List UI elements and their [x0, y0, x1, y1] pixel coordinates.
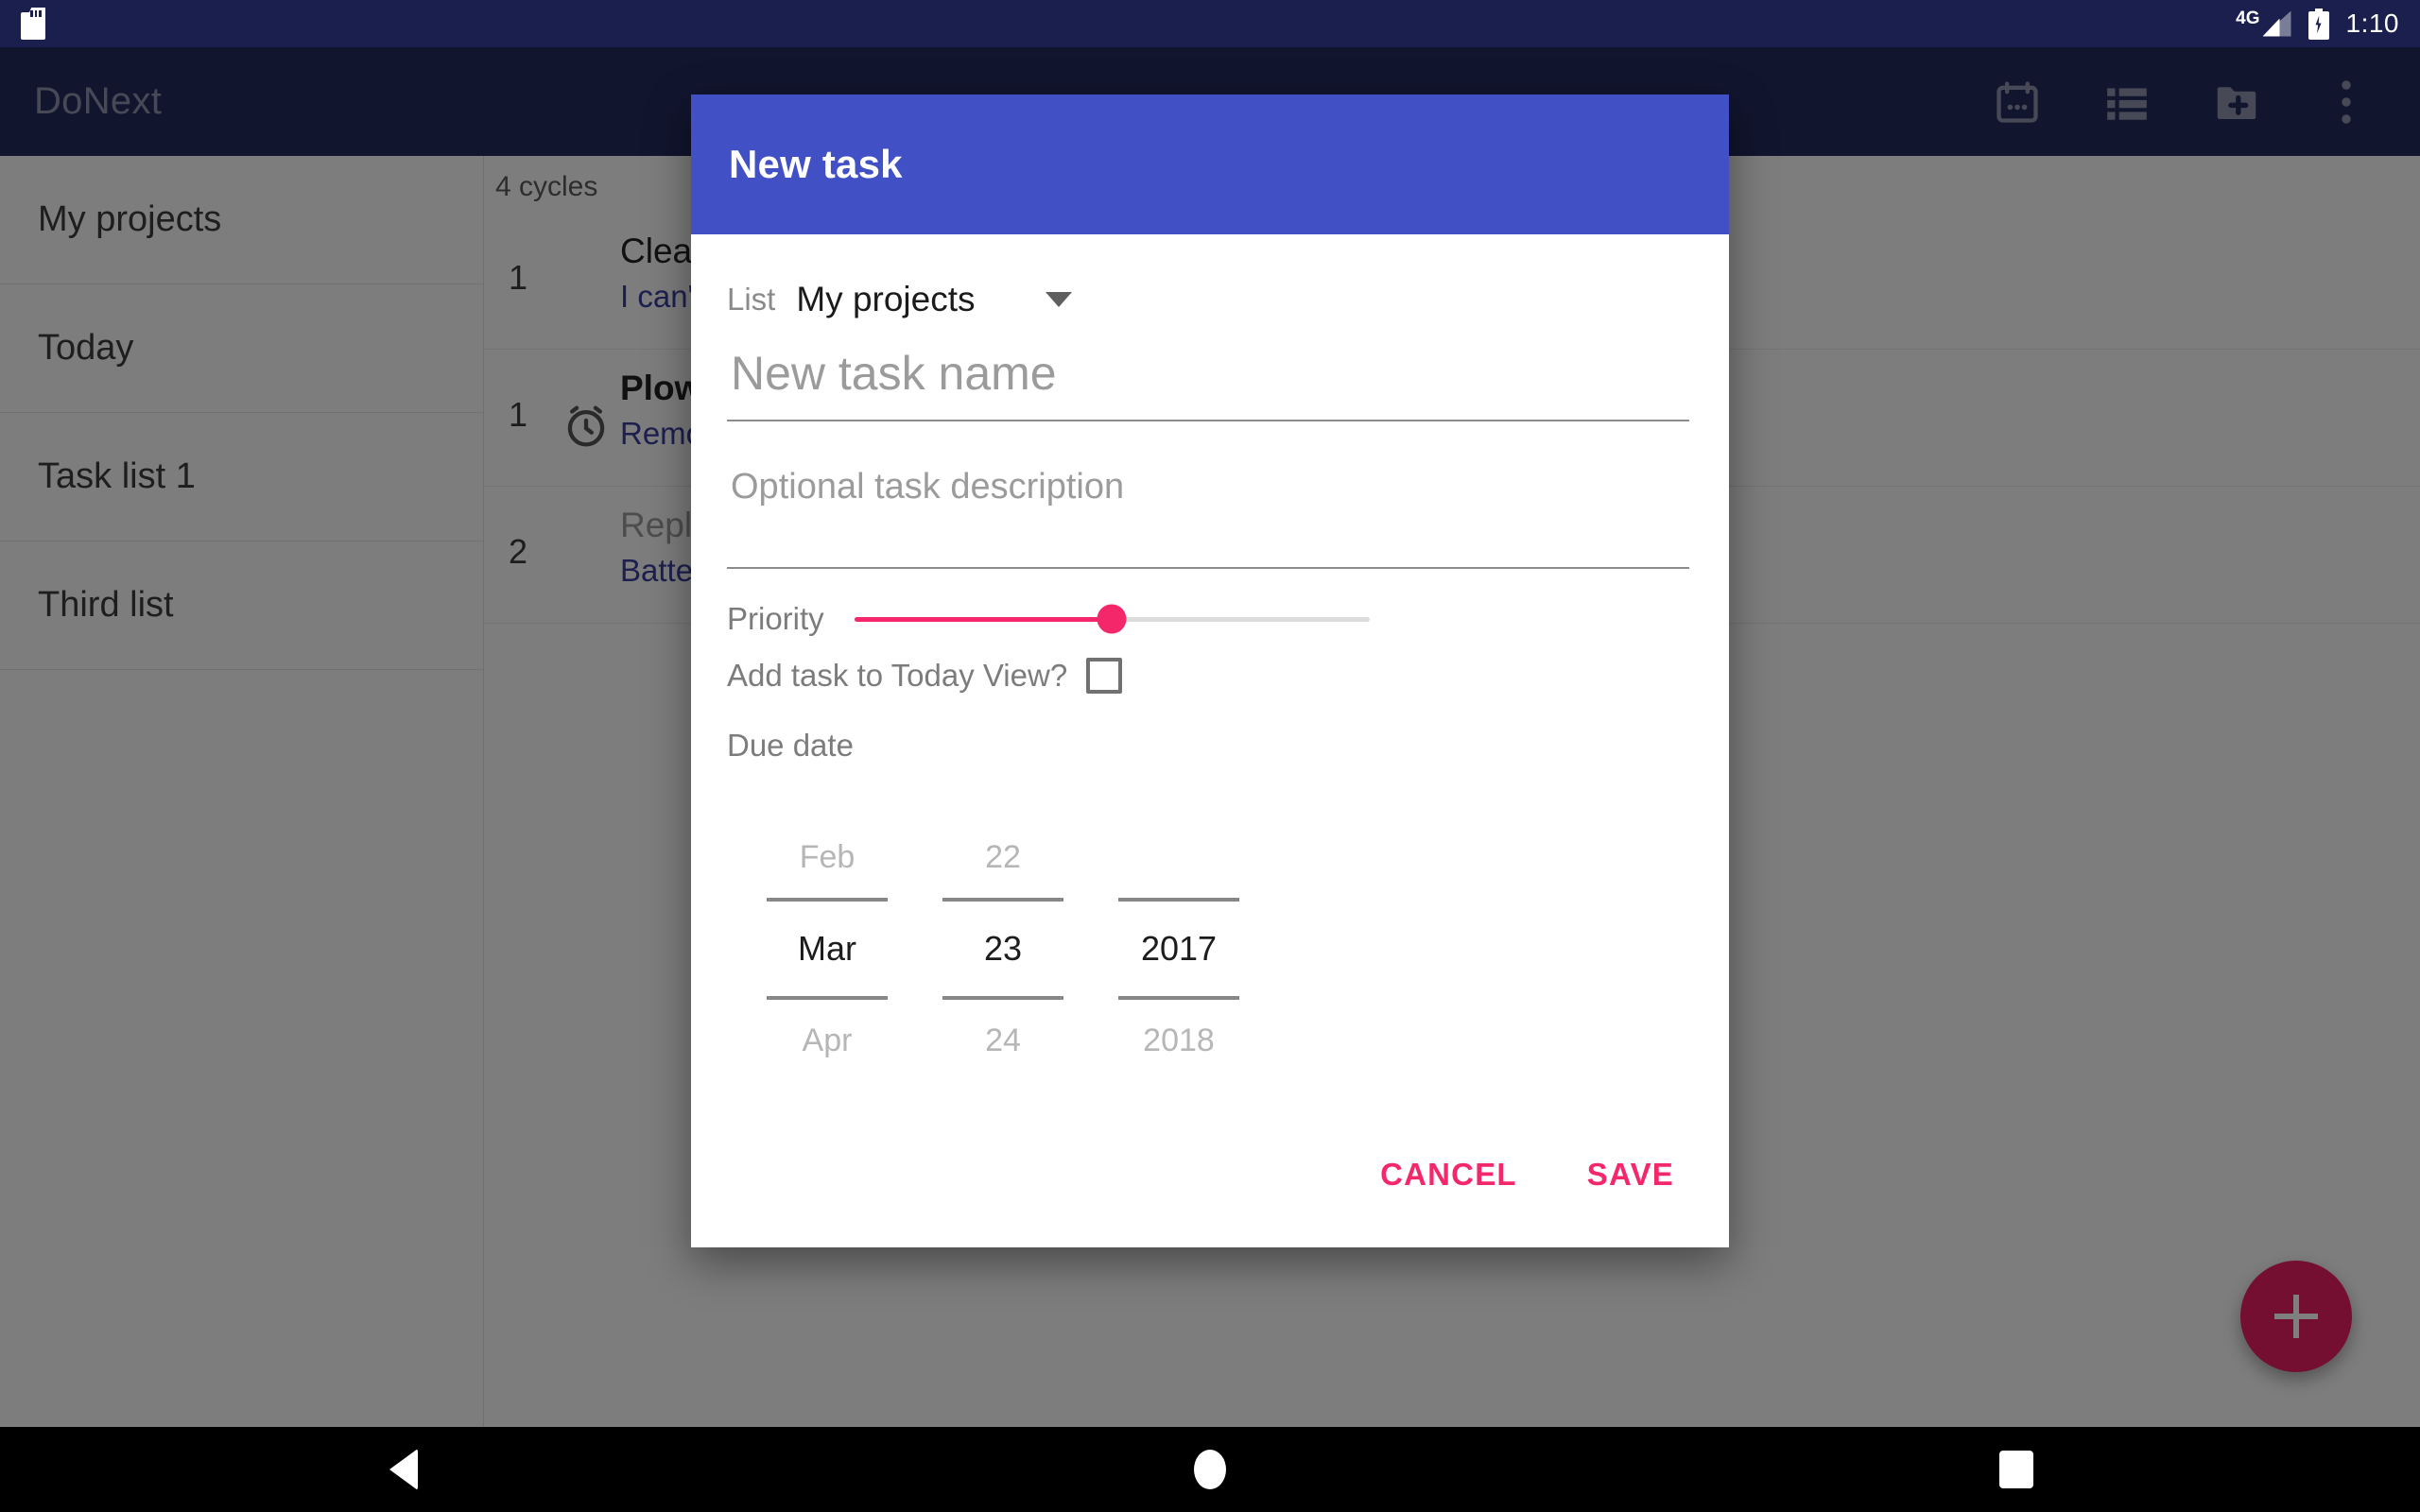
dialog-title: New task [729, 142, 903, 186]
month-next-value[interactable]: Apr [803, 1000, 853, 1081]
month-prev-value[interactable]: Feb [800, 816, 856, 898]
back-icon[interactable] [328, 1427, 479, 1512]
battery-charging-icon [2308, 8, 2329, 40]
recents-icon[interactable] [1941, 1427, 2092, 1512]
due-date-picker: Feb Mar Apr 22 23 24 2017 2018 [727, 782, 1689, 1119]
dialog-actions: CANCEL SAVE [691, 1119, 1729, 1247]
slider-thumb[interactable] [1097, 604, 1127, 634]
date-picker-year-column[interactable]: 2017 2018 [1118, 816, 1239, 1081]
status-bar-left [21, 8, 45, 40]
date-picker-month-column[interactable]: Feb Mar Apr [767, 816, 888, 1081]
priority-label: Priority [727, 601, 824, 636]
sdcard-icon [21, 8, 45, 40]
date-picker-day-column[interactable]: 22 23 24 [942, 816, 1063, 1081]
status-bar-right: 4G 1:10 [2236, 8, 2399, 40]
add-to-today-label: Add task to Today View? [727, 658, 1068, 693]
network-type-label: 4G [2236, 8, 2260, 28]
day-current-value[interactable]: 23 [984, 902, 1022, 996]
priority-row: Priority [727, 601, 1689, 658]
home-icon[interactable] [1134, 1427, 1286, 1512]
year-next-value[interactable]: 2018 [1143, 1000, 1215, 1081]
android-screen: 4G 1:10 DoNext [0, 0, 2420, 1512]
priority-slider[interactable] [854, 604, 1370, 634]
day-next-value[interactable]: 24 [985, 1000, 1021, 1081]
list-selector[interactable]: List My projects [727, 255, 1689, 331]
signal-triangle-icon [2262, 10, 2291, 37]
task-description-input[interactable]: Optional task description [727, 457, 1689, 569]
dialog-header: New task [691, 94, 1729, 234]
signal-indicator: 4G [2236, 8, 2291, 37]
new-task-dialog: New task List My projects New task name … [691, 94, 1729, 1247]
list-selected-value: My projects [796, 280, 976, 318]
add-to-today-checkbox[interactable] [1086, 658, 1123, 694]
slider-fill [854, 617, 1113, 622]
month-current-value[interactable]: Mar [798, 902, 856, 996]
status-bar-clock: 1:10 [2345, 9, 2399, 38]
chevron-down-icon[interactable] [1045, 292, 1072, 307]
day-prev-value[interactable]: 22 [985, 816, 1021, 898]
dialog-body: List My projects New task name Optional … [691, 234, 1729, 1119]
list-label: List [727, 282, 776, 317]
android-navigation-bar [0, 1427, 2420, 1512]
task-name-input[interactable]: New task name [727, 331, 1689, 421]
add-to-today-row[interactable]: Add task to Today View? [727, 658, 1689, 728]
status-bar: 4G 1:10 [0, 0, 2420, 47]
year-current-value[interactable]: 2017 [1141, 902, 1217, 996]
due-date-label: Due date [727, 728, 854, 763]
save-button[interactable]: SAVE [1564, 1143, 1697, 1206]
cancel-button[interactable]: CANCEL [1357, 1143, 1540, 1206]
